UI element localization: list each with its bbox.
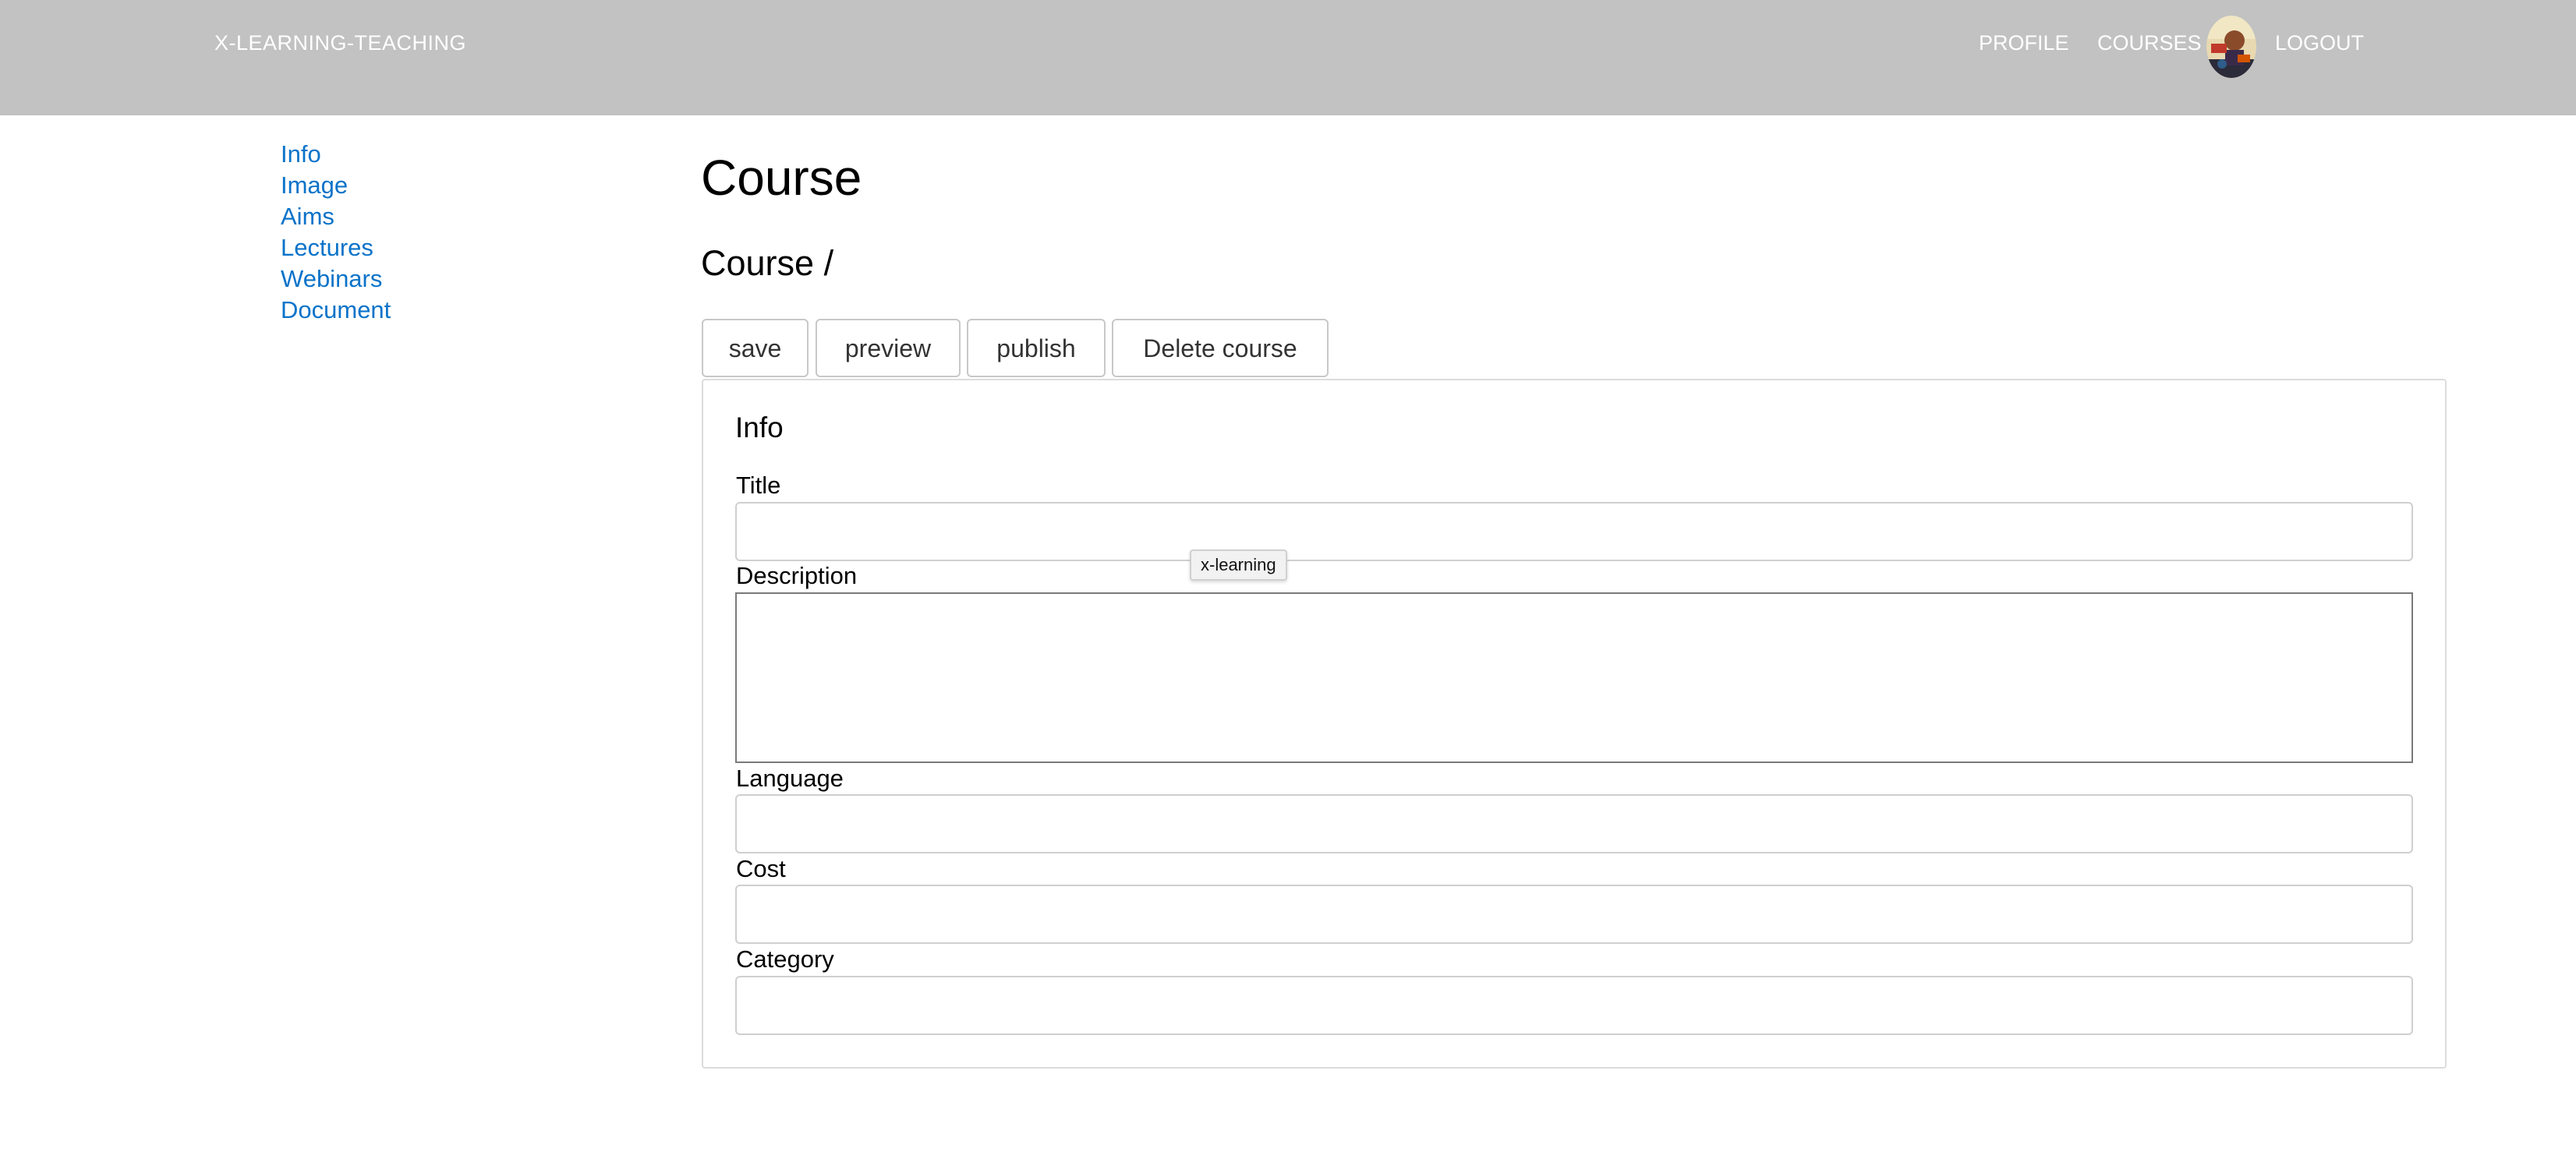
sidebar-item-aims[interactable]: Aims bbox=[281, 201, 515, 232]
sidebar-item-document[interactable]: Document bbox=[281, 295, 515, 326]
avatar-image bbox=[2206, 16, 2256, 78]
page-title: Course bbox=[701, 150, 862, 206]
sidebar-item-image[interactable]: Image bbox=[281, 170, 515, 201]
sidebar-item-lectures[interactable]: Lectures bbox=[281, 232, 515, 263]
delete-course-button[interactable]: Delete course bbox=[1112, 319, 1329, 377]
nav-profile-link[interactable]: PROFILE bbox=[1979, 30, 2069, 56]
language-label: Language bbox=[736, 765, 844, 792]
course-breadcrumb: Course / bbox=[701, 243, 834, 283]
sidebar-item-info[interactable]: Info bbox=[281, 139, 515, 170]
category-input[interactable] bbox=[735, 976, 2413, 1035]
nav-logout-link[interactable]: LOGOUT bbox=[2275, 30, 2364, 56]
title-label: Title bbox=[736, 472, 781, 499]
description-label: Description bbox=[736, 562, 858, 589]
cost-input[interactable] bbox=[735, 885, 2413, 944]
course-sidebar: Info Image Aims Lectures Webinars Docume… bbox=[281, 139, 515, 326]
top-navbar: X-LEARNING-TEACHING PROFILE COURSES LOGO… bbox=[0, 0, 2576, 115]
language-input[interactable] bbox=[735, 794, 2413, 853]
user-avatar-icon[interactable] bbox=[2206, 16, 2256, 78]
title-input[interactable] bbox=[735, 502, 2413, 561]
brand-link[interactable]: X-LEARNING-TEACHING bbox=[214, 30, 466, 56]
nav-courses-link[interactable]: COURSES bbox=[2097, 30, 2202, 56]
sidebar-item-webinars[interactable]: Webinars bbox=[281, 263, 515, 295]
tooltip: x-learning bbox=[1190, 549, 1287, 581]
description-textarea[interactable] bbox=[735, 592, 2413, 763]
save-button[interactable]: save bbox=[702, 319, 809, 377]
publish-button[interactable]: publish bbox=[967, 319, 1106, 377]
preview-button[interactable]: preview bbox=[816, 319, 961, 377]
cost-label: Cost bbox=[736, 855, 786, 882]
info-panel-title: Info bbox=[735, 412, 784, 443]
category-label: Category bbox=[736, 945, 834, 973]
